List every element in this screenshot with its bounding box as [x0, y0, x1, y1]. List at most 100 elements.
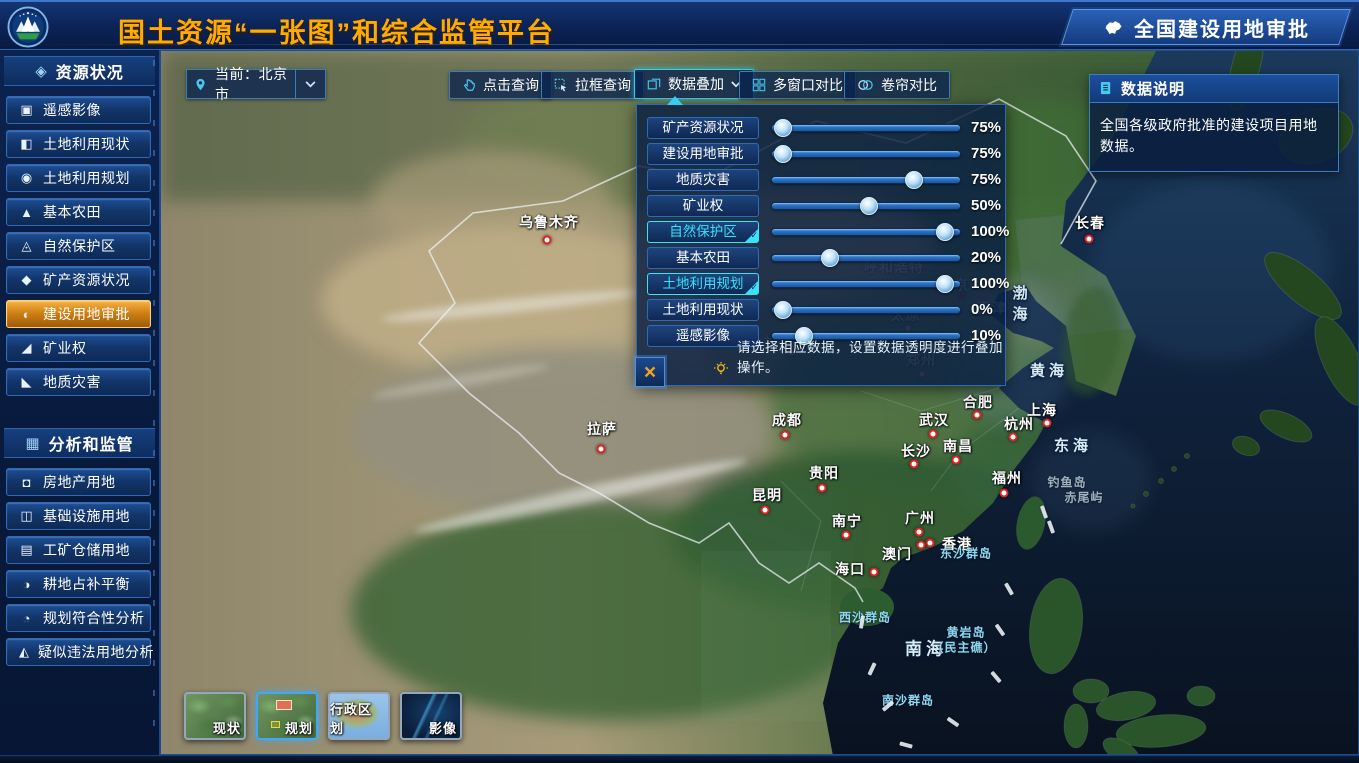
opacity-slider[interactable]	[769, 193, 965, 219]
opacity-slider[interactable]	[769, 245, 965, 271]
sidebar-item-construction-land-approval[interactable]: ◐ 建设用地审批	[6, 300, 151, 328]
slider-track[interactable]	[771, 228, 961, 236]
sidebar-item-infrastructure-land[interactable]: ◫基础设施用地	[6, 502, 151, 530]
layer-toggle-button[interactable]: 矿产资源状况	[647, 117, 759, 139]
app-window: 国土资源“一张图”和综合监管平台 全国建设用地审批 ◈资源状况▣遥感影像◧土地利…	[0, 0, 1359, 763]
current-region-selector[interactable]: 当前：北京市	[186, 69, 326, 99]
basemap-thumbnail-1[interactable]: 规划	[256, 692, 318, 740]
opacity-value: 75%	[971, 145, 1001, 162]
city-marker-icon	[842, 531, 851, 540]
layer-toggle-button[interactable]: 土地利用现状	[647, 299, 759, 321]
sidebar-item-real-estate-land[interactable]: ◘房地产用地	[6, 468, 151, 496]
sidebar-item-mining-rights[interactable]: ◢矿业权	[6, 334, 151, 362]
city-marker-icon	[926, 539, 935, 548]
slider-thumb[interactable]	[774, 119, 792, 137]
land-use-planning-icon: ◉	[19, 170, 34, 186]
opacity-slider[interactable]	[769, 141, 965, 167]
header-module-badge[interactable]: 全国建设用地审批	[1061, 9, 1351, 45]
opacity-slider[interactable]	[769, 167, 965, 193]
sidebar-item-remote-sensing[interactable]: ▣遥感影像	[6, 96, 151, 124]
slider-thumb[interactable]	[936, 223, 954, 241]
sidebar-item-label: 工矿仓储用地	[43, 540, 130, 560]
city-marker-icon	[973, 411, 982, 420]
sidebar-item-label: 遥感影像	[43, 100, 101, 120]
map-viewport[interactable]: 乌鲁木齐拉萨长春呼和浩特北京★天津太原兰州郑州成都武汉合肥上海杭州长沙南昌贵阳昆…	[160, 50, 1359, 755]
layer-toggle-label: 土地利用规划	[663, 276, 744, 291]
slider-track[interactable]	[771, 280, 961, 288]
close-button[interactable]: ×	[635, 357, 665, 387]
opacity-value: 75%	[971, 171, 1001, 188]
sidebar-item-land-use-status[interactable]: ◧土地利用现状	[6, 130, 151, 158]
slider-thumb[interactable]	[774, 145, 792, 163]
chevron-down-icon[interactable]	[295, 70, 325, 98]
illegal-land-use-icon: ◭	[19, 644, 29, 660]
opacity-slider[interactable]	[769, 271, 965, 297]
sidebar-item-farmland-balance[interactable]: ◑耕地占补平衡	[6, 570, 151, 598]
tip-bulb-icon	[713, 361, 729, 377]
overlay-row: 土地利用规划100%	[637, 271, 1005, 297]
header-badge-label: 全国建设用地审批	[1134, 13, 1310, 42]
construction-land-approval-icon: ◐	[19, 307, 34, 322]
sidebar-item-industrial-storage-land[interactable]: ▤工矿仓储用地	[6, 536, 151, 564]
swipe-compare-button[interactable]: 卷帘对比	[844, 71, 950, 99]
slider-track[interactable]	[771, 176, 961, 184]
layer-toggle-button[interactable]: 自然保护区	[647, 221, 759, 243]
plan-parcel-marker	[276, 700, 292, 710]
analysis-supervision-icon: ▦	[25, 434, 40, 452]
slider-track[interactable]	[771, 124, 961, 132]
sidebar-item-label: 基本农田	[43, 202, 101, 222]
resources-status-icon: ◈	[35, 62, 48, 80]
opacity-slider[interactable]	[769, 115, 965, 141]
city-marker-icon	[910, 460, 919, 469]
basemap-thumbnail-label: 现状	[213, 718, 241, 737]
layer-toggle-label: 基本农田	[676, 250, 730, 265]
overlay-tip-text: 请选择相应数据，设置数据透明度进行叠加操作。	[737, 336, 1005, 376]
layer-toggle-button[interactable]: 地质灾害	[647, 169, 759, 191]
layer-toggle-button[interactable]: 矿业权	[647, 195, 759, 217]
sidebar-item-label: 建设用地审批	[43, 304, 130, 324]
data-overlay-button[interactable]: 数据叠加	[634, 69, 754, 99]
box-query-button[interactable]: 拉框查询	[541, 71, 644, 99]
city-marker-icon	[1000, 489, 1009, 498]
geological-disaster-icon: ◣	[19, 374, 34, 390]
sidebar-item-basic-farmland[interactable]: ▲基本农田	[6, 198, 151, 226]
slider-track[interactable]	[771, 306, 961, 314]
slider-thumb[interactable]	[821, 249, 839, 267]
sidebar-item-nature-reserve[interactable]: ◬自然保护区	[6, 232, 151, 260]
sidebar-item-plan-compliance[interactable]: ◔规划符合性分析	[6, 604, 151, 632]
layer-toggle-label: 建设用地审批	[663, 146, 744, 161]
opacity-value: 100%	[971, 275, 1009, 292]
sidebar-item-land-use-planning[interactable]: ◉土地利用规划	[6, 164, 151, 192]
overlay-row: 矿业权50%	[637, 193, 1005, 219]
basemap-thumbnail-0[interactable]: 现状	[184, 692, 246, 740]
close-icon: ×	[644, 362, 656, 383]
basemap-thumbnail-3[interactable]: 影像	[400, 692, 462, 740]
layer-toggle-button[interactable]: 土地利用规划	[647, 273, 759, 295]
click-query-label: 点击查询	[483, 75, 539, 95]
basemap-thumbnail-2[interactable]: 行政区划	[328, 692, 390, 740]
slider-track[interactable]	[771, 150, 961, 158]
sidebar-item-geological-disaster[interactable]: ◣地质灾害	[6, 368, 151, 396]
city-marker-icon	[597, 445, 606, 454]
city-marker-icon	[929, 430, 938, 439]
box-query-label: 拉框查询	[575, 75, 631, 95]
sidebar-item-illegal-land-use[interactable]: ◭疑似违法用地分析	[6, 638, 151, 666]
data-description-title: 数据说明	[1121, 78, 1185, 99]
opacity-slider[interactable]	[769, 297, 965, 323]
layer-toggle-button[interactable]: 基本农田	[647, 247, 759, 269]
sidebar-section-title-resources-status: ◈资源状况	[4, 56, 155, 86]
city-marker-icon	[870, 568, 879, 577]
click-query-button[interactable]: 点击查询	[449, 71, 552, 99]
basemap-thumbnail-label: 规划	[285, 718, 313, 737]
layer-toggle-button[interactable]: 建设用地审批	[647, 143, 759, 165]
slider-thumb[interactable]	[860, 197, 878, 215]
slider-thumb[interactable]	[774, 301, 792, 319]
slider-thumb[interactable]	[905, 171, 923, 189]
sidebar-item-mineral-resources[interactable]: ◆矿产资源状况	[6, 266, 151, 294]
opacity-slider[interactable]	[769, 219, 965, 245]
sidebar-item-label: 土地利用现状	[43, 134, 130, 154]
multi-window-compare-button[interactable]: 多窗口对比	[739, 71, 856, 99]
slider-track[interactable]	[771, 254, 961, 262]
overlay-row: 基本农田20%	[637, 245, 1005, 271]
slider-thumb[interactable]	[936, 275, 954, 293]
